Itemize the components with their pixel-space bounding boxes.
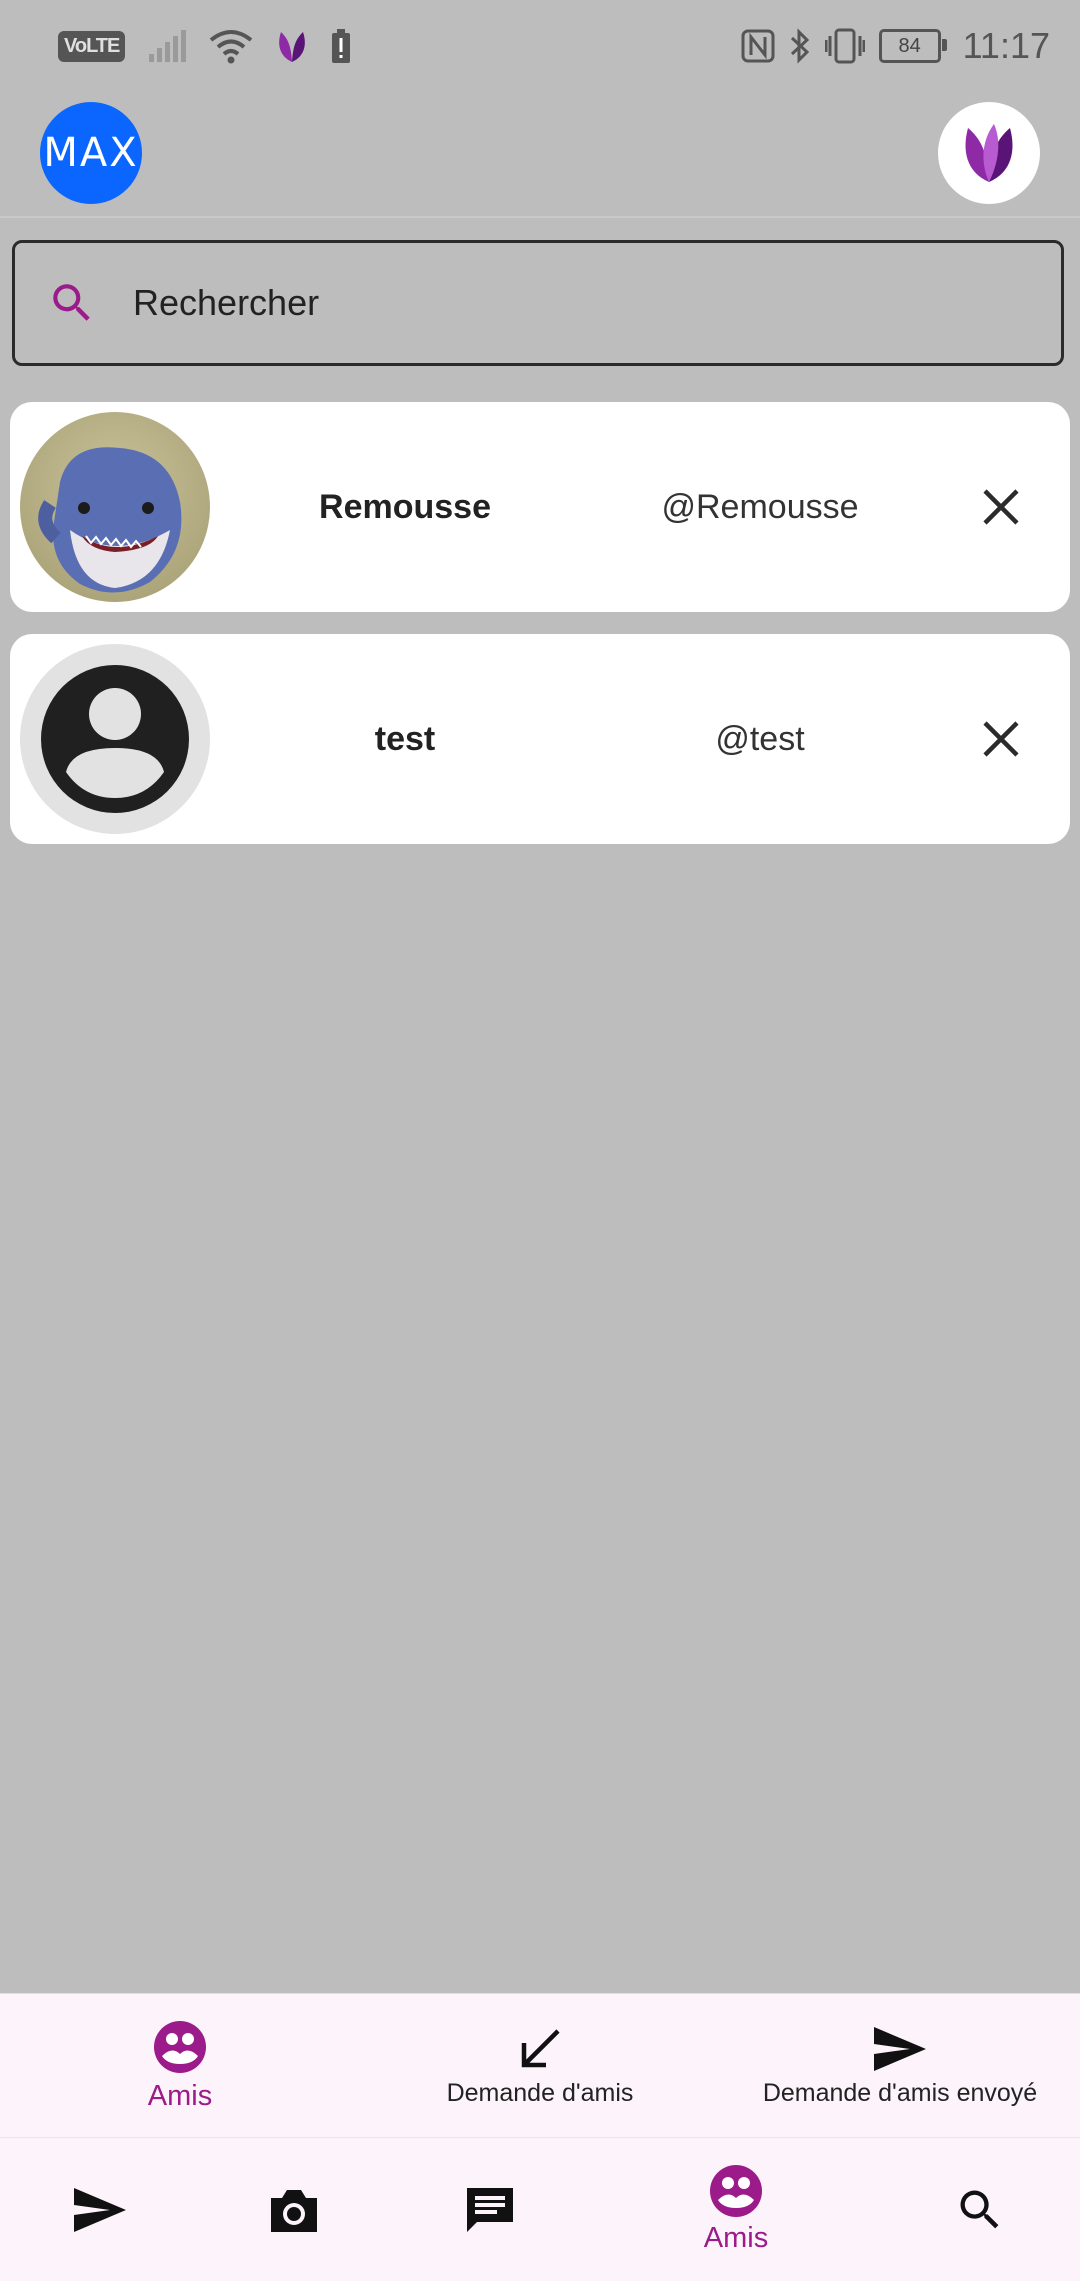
arrow-down-left-icon [521, 2028, 560, 2067]
bottom-navigation: Amis [0, 2137, 1080, 2281]
camera-icon [271, 2189, 317, 2232]
tab-label: Demande d'amis envoyé [762, 2078, 1038, 2107]
search-icon [53, 284, 90, 321]
wifi-icon [210, 30, 253, 64]
chat-icon [467, 2187, 513, 2232]
send-icon [74, 2187, 126, 2232]
signal-icon [149, 30, 187, 62]
vibrate-icon [824, 28, 865, 64]
tab-amis[interactable]: Amis [80, 1994, 280, 2138]
remove-friend-button[interactable] [972, 478, 1030, 536]
tab-friend-requests[interactable]: Demande d'amis [420, 1994, 660, 2138]
status-left: VoLTE [58, 26, 351, 66]
battery-alert-icon [332, 29, 351, 63]
nav-search[interactable] [930, 2138, 1030, 2281]
friend-name: test [374, 719, 436, 758]
nav-amis[interactable]: Amis [666, 2138, 806, 2281]
nav-camera[interactable] [244, 2138, 344, 2281]
remove-friend-button[interactable] [972, 710, 1030, 768]
tab-label: Demande d'amis [446, 2078, 634, 2107]
friends-tabs: Amis Demande d'amis Demande d'amis envoy… [0, 1993, 1080, 2138]
default-person-icon [20, 644, 210, 834]
tab-label: Amis [147, 2079, 213, 2112]
avatar [20, 644, 210, 834]
lotus-logo-icon[interactable] [938, 102, 1040, 204]
nav-label: Amis [703, 2222, 769, 2254]
profile-logo-text: MAX [43, 130, 139, 176]
search-bar[interactable] [12, 240, 1064, 366]
status-time: 11:17 [962, 25, 1050, 66]
search-input[interactable] [131, 281, 1015, 325]
battery-icon: 84 [878, 29, 947, 63]
close-icon [983, 489, 1019, 525]
nfc-icon [741, 29, 775, 63]
friend-card-test[interactable]: test @test [10, 634, 1070, 844]
nav-chat[interactable] [440, 2138, 540, 2281]
search-icon [960, 2190, 999, 2228]
status-right: 84 11:17 [741, 22, 1050, 70]
battery-level: 84 [898, 34, 921, 57]
friend-handle: @Remousse [661, 487, 859, 526]
tab-sent-requests[interactable]: Demande d'amis envoyé [745, 1994, 1055, 2138]
friend-name: Remousse [319, 487, 491, 526]
send-icon [874, 2026, 926, 2071]
friend-handle: @test [715, 719, 805, 758]
friends-icon [710, 2165, 762, 2217]
bluetooth-icon [790, 28, 809, 64]
volte-badge: VoLTE [58, 30, 126, 62]
app-notification-icon [279, 32, 306, 62]
nav-send[interactable] [50, 2138, 150, 2281]
app-header: MAX [0, 92, 1080, 218]
friend-card-remousse[interactable]: Remousse @Remousse [10, 402, 1070, 612]
profile-logo-button[interactable]: MAX [40, 102, 142, 204]
avatar [20, 412, 210, 602]
close-icon [983, 721, 1019, 757]
friends-icon [154, 2020, 206, 2073]
status-bar: VoLTE 84 11:17 [0, 0, 1080, 92]
